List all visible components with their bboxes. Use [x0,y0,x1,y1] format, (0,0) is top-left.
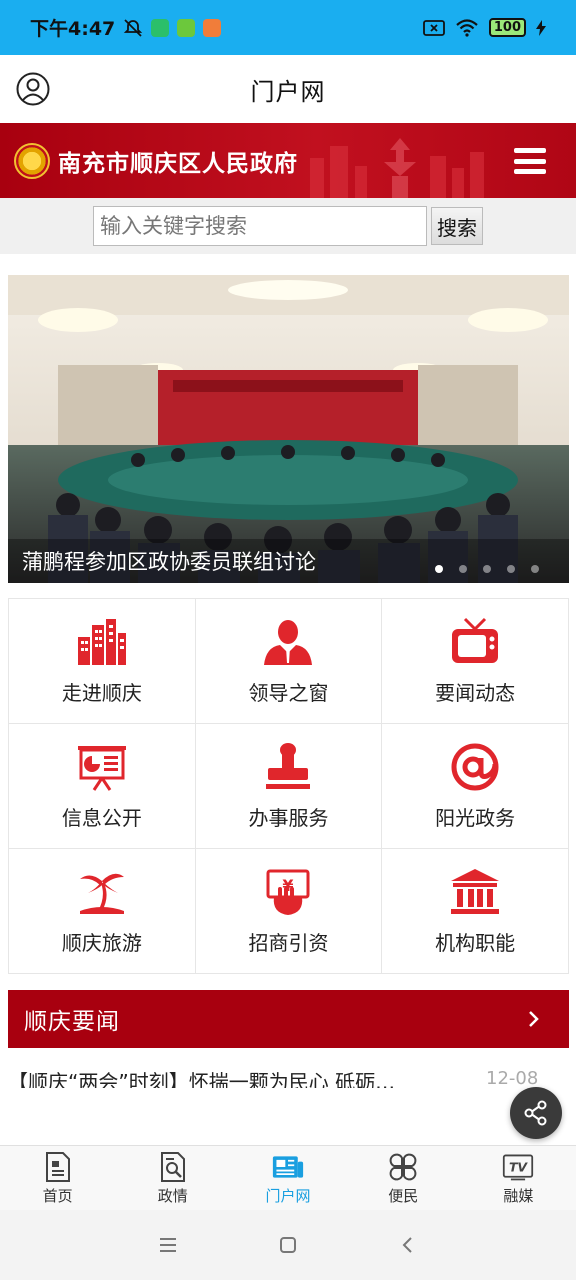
buildings-icon [77,618,126,665]
sim-off-icon [422,19,445,36]
grid-label: 招商引资 [248,930,329,955]
stamp-icon [266,742,311,789]
grid-item-yangguang-zhengwu[interactable]: 阳光政务 [382,724,569,849]
search-area: 搜索 [0,198,576,254]
carousel-dot[interactable] [507,565,515,573]
palm-tree-icon [79,873,124,914]
bottom-nav: 首页 政情 门户网 便民 TV 融媒 [0,1145,576,1210]
institution-icon [451,868,500,914]
feature-grid: 走进顺庆 领导之窗 要闻动态 信息公开 办事服务 阳光政务 顺庆旅游 ¥ 招商引… [8,598,569,974]
nav-item-zhengqing[interactable]: 政情 [115,1146,230,1210]
charging-icon [536,19,546,36]
grid-label: 顺庆旅游 [61,930,142,955]
at-sign-icon [451,743,499,790]
carousel-dot[interactable] [531,565,539,573]
nav-label: 融媒 [503,1186,534,1205]
status-bar: 下午4:47 100 [0,0,576,55]
news-date: 12-08 [486,1068,539,1088]
share-icon [524,1100,547,1126]
clover-grid-icon [389,1153,417,1180]
news-section-header[interactable]: 顺庆要闻 [8,990,569,1048]
grid-label: 阳光政务 [435,805,516,830]
search-input[interactable] [93,206,427,246]
grid-item-banshi-fuwu[interactable]: 办事服务 [195,724,383,849]
hamburger-menu-icon[interactable] [514,148,546,174]
nav-label: 门户网 [265,1186,311,1205]
wifi-icon [456,18,478,37]
system-nav-bar [0,1210,576,1280]
nav-item-bianmin[interactable]: 便民 [346,1146,461,1210]
nav-label: 政情 [157,1186,188,1205]
status-time: 下午4:47 [30,18,116,40]
recent-apps-icon[interactable] [158,1236,178,1254]
carousel-dot[interactable] [459,565,467,573]
home-icon[interactable] [278,1235,298,1255]
battery-indicator: 100 [488,18,526,37]
grid-item-yaowen-dongtai[interactable]: 要闻动态 [382,599,569,724]
grid-label: 办事服务 [248,805,329,830]
app-header: 门户网 [0,55,576,123]
mute-icon [124,18,143,37]
grid-item-xinxi-gongkai[interactable]: 信息公开 [9,724,196,849]
grid-label: 信息公开 [61,805,142,830]
section-title: 顺庆要闻 [24,1009,120,1035]
carousel-photo [8,275,569,583]
grid-label: 走进顺庆 [61,680,142,705]
yuan-investment-icon: ¥ [266,869,310,915]
carousel-caption-text: 蒲鹏程参加区政协委员联组讨论 [22,550,316,574]
document-icon [45,1151,70,1182]
status-left: 下午4:47 [30,14,222,41]
grid-item-jigou-zhineng[interactable]: 机构职能 [382,849,569,974]
gov-banner: 南充市顺庆区人民政府 [0,123,576,198]
shield-app-icon [151,18,170,37]
nav-label: 便民 [388,1186,419,1205]
grid-item-shunqing-lvyou[interactable]: 顺庆旅游 [9,849,196,974]
nav-label: 首页 [42,1186,73,1205]
robot-app-icon [177,18,196,37]
gov-name: 南充市顺庆区人民政府 [58,149,298,177]
carousel-dot[interactable] [435,565,443,573]
search-button[interactable]: 搜索 [431,207,483,245]
chevron-right-icon[interactable] [525,1010,543,1028]
grid-item-zhaoshang-yinzi[interactable]: ¥ 招商引资 [195,849,383,974]
grid-label: 机构职能 [435,930,516,955]
svg-text:TV: TV [509,1159,528,1174]
carousel-caption: 蒲鹏程参加区政协委员联组讨论 [8,539,569,583]
news-list-item[interactable]: 【顺庆“两会”时刻】怀揣一颗为民心 砥砺… 12-08 [8,1064,569,1088]
grid-item-lingdao-zhichuang[interactable]: 领导之窗 [195,599,383,724]
user-profile-icon[interactable] [16,72,50,106]
back-icon[interactable] [398,1235,418,1255]
search-document-icon [160,1151,185,1182]
newspaper-icon [272,1155,304,1178]
news-carousel[interactable]: 蒲鹏程参加区政协委员联组讨论 [8,275,569,583]
leader-icon [264,619,313,665]
nav-item-home[interactable]: 首页 [0,1146,115,1210]
page-title: 门户网 [250,77,326,106]
nav-item-rongmei[interactable]: TV 融媒 [461,1146,576,1210]
tv-icon [452,617,499,663]
skyline-decoration [310,138,484,198]
news-title: 【顺庆“两会”时刻】怀揣一颗为民心 砥砺… [8,1070,396,1088]
tv-icon: TV [503,1154,534,1180]
grid-item-zoujin-shunqing[interactable]: 走进顺庆 [9,599,196,724]
presentation-board-icon [77,745,126,791]
bag-app-icon [203,18,222,37]
share-button[interactable] [510,1087,562,1139]
carousel-dot[interactable] [483,565,491,573]
grid-label: 要闻动态 [435,680,516,705]
status-right: 100 [422,18,546,38]
national-emblem-icon [14,142,50,179]
carousel-dots [435,565,539,573]
grid-label: 领导之窗 [248,680,329,705]
nav-item-portal[interactable]: 门户网 [230,1146,345,1210]
